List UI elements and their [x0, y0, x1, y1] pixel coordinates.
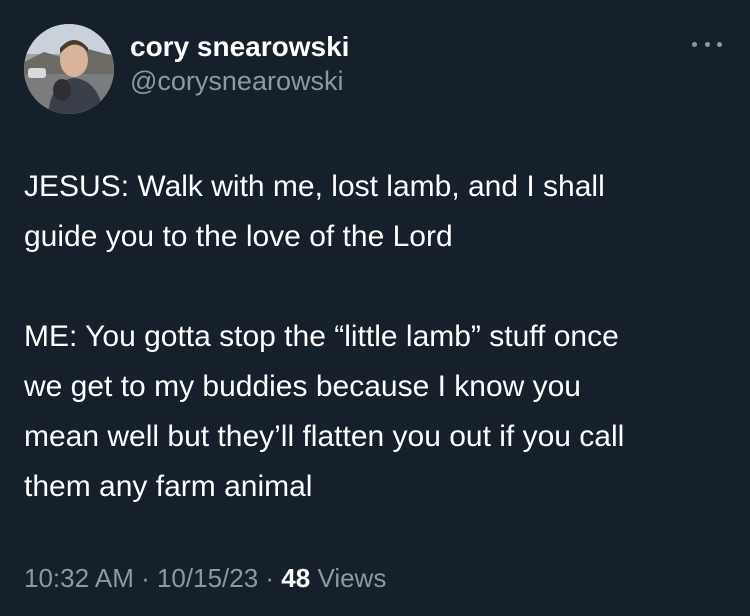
views-count[interactable]: 48 [281, 563, 310, 593]
tweet-time[interactable]: 10:32 AM [24, 563, 134, 593]
tweet: cory snearowski @corysnearowski JESUS: W… [0, 0, 750, 616]
avatar-photo [24, 24, 114, 114]
views-label: Views [310, 563, 387, 593]
more-horizontal-icon[interactable] [692, 38, 722, 50]
tweet-line: JESUS: Walk with me, lost lamb, and I sh… [24, 170, 605, 203]
more-dot [704, 41, 710, 47]
meta-separator: · [258, 563, 282, 593]
tweet-date[interactable]: 10/15/23 [157, 563, 258, 593]
tweet-line: mean well but they’ll flatten you out if… [24, 420, 625, 453]
more-dot [717, 41, 722, 47]
tweet-header: cory snearowski @corysnearowski [24, 24, 724, 114]
meta-separator: · [133, 563, 157, 593]
tweet-line: guide you to the love of the Lord [24, 220, 453, 253]
tweet-line: we get to my buddies because I know you [24, 370, 581, 403]
tweet-meta: 10:32 AM · 10/15/23 · 48 Views [24, 560, 386, 596]
tweet-line: ME: You gotta stop the “little lamb” stu… [24, 320, 619, 353]
tweet-text: JESUS: Walk with me, lost lamb, and I sh… [24, 162, 728, 512]
avatar[interactable] [24, 24, 114, 114]
tweet-line: them any farm animal [24, 470, 313, 503]
author-names: cory snearowski @corysnearowski [130, 30, 349, 98]
display-name[interactable]: cory snearowski [130, 30, 349, 64]
more-dot [692, 41, 697, 47]
username-handle[interactable]: @corysnearowski [130, 64, 349, 98]
